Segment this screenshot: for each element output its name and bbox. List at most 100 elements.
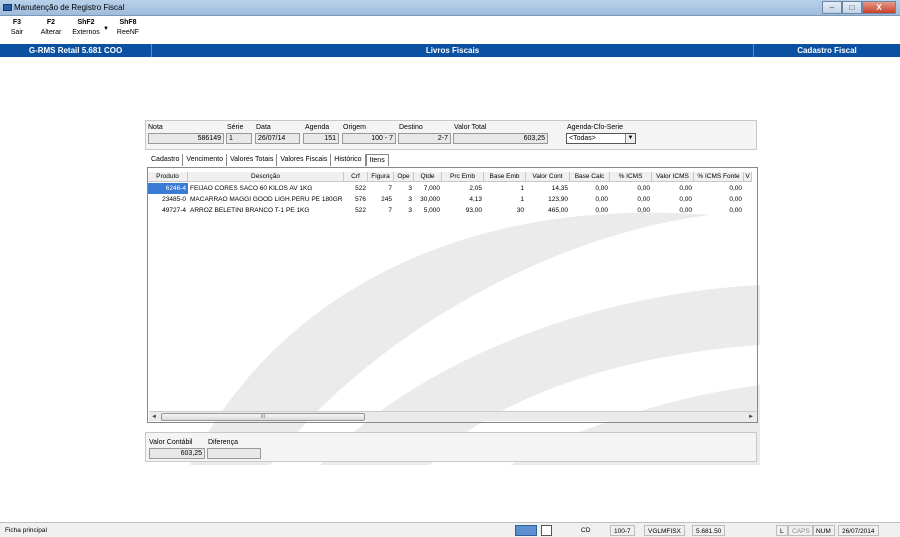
- cell-valor-icms[interactable]: 0,00: [652, 205, 694, 216]
- valor-total-field[interactable]: 603,25: [453, 133, 548, 144]
- cell-pct-icms-fonte[interactable]: 0,00: [694, 194, 744, 205]
- col-qtde[interactable]: Qtde: [414, 172, 442, 182]
- cell-valor-cont[interactable]: 14,35: [526, 183, 570, 194]
- status-num: NUM: [812, 525, 835, 536]
- cell-figura[interactable]: 245: [368, 194, 394, 205]
- cell-figura[interactable]: 7: [368, 205, 394, 216]
- diferenca-field[interactable]: [207, 448, 261, 459]
- cell-valor-cont[interactable]: 465,00: [526, 205, 570, 216]
- close-button[interactable]: X: [862, 1, 896, 14]
- status-caps: CAPS: [788, 525, 814, 536]
- window-controls: – □ X: [822, 1, 896, 14]
- serie-label: Série: [227, 124, 244, 131]
- maximize-button[interactable]: □: [842, 1, 862, 14]
- cell-produto[interactable]: 6246-4: [148, 183, 188, 194]
- cell-crf[interactable]: 522: [344, 205, 368, 216]
- externos-button[interactable]: ShF2 Externos: [70, 19, 102, 36]
- cell-prc-emb[interactable]: 93,00: [442, 205, 484, 216]
- col-figura[interactable]: Figura: [368, 172, 394, 182]
- externos-dropdown-icon[interactable]: ▼: [103, 26, 109, 32]
- nota-field[interactable]: 586149: [148, 133, 224, 144]
- cell-qtde[interactable]: 5,000: [414, 205, 442, 216]
- col-descricao[interactable]: Descrição: [188, 172, 344, 182]
- tab-valores-fiscais[interactable]: Valores Fiscais: [277, 154, 332, 166]
- cell-descricao[interactable]: FEIJAO CORES SACO 60 KILOS AV 1KG: [188, 183, 344, 194]
- reenf-key: ShF8: [119, 19, 137, 26]
- alterar-key: F2: [46, 19, 56, 26]
- col-prc-emb[interactable]: Prc Emb: [442, 172, 484, 182]
- tab-historico[interactable]: Histórico: [331, 154, 366, 166]
- cell-prc-emb[interactable]: 2,05: [442, 183, 484, 194]
- cell-qtde[interactable]: 7,000: [414, 183, 442, 194]
- serie-field[interactable]: 1: [226, 133, 252, 144]
- scroll-right-icon[interactable]: ►: [746, 412, 756, 422]
- cell-produto[interactable]: 49727-4: [148, 205, 188, 216]
- scrollbar-thumb[interactable]: III: [161, 413, 365, 421]
- cell-pct-icms-fonte[interactable]: 0,00: [694, 205, 744, 216]
- valor-contabil-field[interactable]: 603,25: [149, 448, 205, 459]
- cell-base-emb[interactable]: 30: [484, 205, 526, 216]
- data-field[interactable]: 26/07/14: [255, 133, 300, 144]
- cell-base-emb[interactable]: 1: [484, 194, 526, 205]
- status-text: Ficha principal: [5, 527, 47, 534]
- cell-valor-icms[interactable]: 0,00: [652, 194, 694, 205]
- origem-field[interactable]: 100 - 7: [342, 133, 396, 144]
- cell-produto[interactable]: 23485-0: [148, 194, 188, 205]
- sair-label: Sair: [10, 29, 24, 36]
- reenf-button[interactable]: ShF8 ReeNF: [114, 19, 142, 36]
- sair-button[interactable]: F3 Sair: [6, 19, 28, 36]
- scroll-left-icon[interactable]: ◄: [149, 412, 159, 422]
- cell-pct-icms[interactable]: 0,00: [610, 205, 652, 216]
- col-v[interactable]: V: [744, 172, 752, 182]
- cell-descricao[interactable]: ARROZ BELETINI BRANCO T-1 PE 1KG: [188, 205, 344, 216]
- col-produto[interactable]: Produto: [148, 172, 188, 182]
- col-pct-icms-fonte[interactable]: % ICMS Fonte: [694, 172, 744, 182]
- app-icon: [3, 4, 12, 11]
- table-row[interactable]: 6246-4 FEIJAO CORES SACO 60 KILOS AV 1KG…: [148, 183, 744, 194]
- tab-cadastro[interactable]: Cadastro: [148, 154, 184, 166]
- horizontal-scrollbar[interactable]: ◄ III ►: [149, 411, 756, 421]
- cell-ope[interactable]: 3: [394, 205, 414, 216]
- cell-pct-icms[interactable]: 0,00: [610, 194, 652, 205]
- agenda-cfo-select[interactable]: <Todas> ▼: [566, 133, 636, 144]
- reenf-label: ReeNF: [116, 29, 140, 36]
- col-pct-icms[interactable]: % ICMS: [610, 172, 652, 182]
- alterar-button[interactable]: F2 Alterar: [38, 19, 64, 36]
- status-version: 5.681.50: [692, 525, 726, 536]
- destino-field[interactable]: 2-7: [398, 133, 451, 144]
- cell-pct-icms-fonte[interactable]: 0,00: [694, 183, 744, 194]
- valor-total-label: Valor Total: [454, 124, 487, 131]
- col-ope[interactable]: Ope: [394, 172, 414, 182]
- table-row[interactable]: 23485-0 MACARRAO MAGGI GOOD LIGH.PERU PE…: [148, 194, 744, 205]
- tab-itens[interactable]: Itens: [365, 154, 389, 166]
- minimize-button[interactable]: –: [822, 1, 842, 14]
- col-base-emb[interactable]: Base Emb: [484, 172, 526, 182]
- col-valor-cont[interactable]: Valor Cont: [526, 172, 570, 182]
- status-date: 26/07/2014: [838, 525, 879, 536]
- cell-ope[interactable]: 3: [394, 183, 414, 194]
- cell-prc-emb[interactable]: 4,13: [442, 194, 484, 205]
- cell-pct-icms[interactable]: 0,00: [610, 183, 652, 194]
- cell-base-calc[interactable]: 0,00: [570, 205, 610, 216]
- cell-crf[interactable]: 522: [344, 183, 368, 194]
- table-row[interactable]: 49727-4 ARROZ BELETINI BRANCO T-1 PE 1KG…: [148, 205, 744, 216]
- cell-valor-icms[interactable]: 0,00: [652, 183, 694, 194]
- toolbar: F3 Sair F2 Alterar ShF2 Externos ▼ ShF8 …: [0, 17, 900, 44]
- cell-figura[interactable]: 7: [368, 183, 394, 194]
- col-base-calc[interactable]: Base Calc: [570, 172, 610, 182]
- cell-ope[interactable]: 3: [394, 194, 414, 205]
- cell-valor-cont[interactable]: 123,90: [526, 194, 570, 205]
- col-valor-icms[interactable]: Valor ICMS: [652, 172, 694, 182]
- chevron-down-icon[interactable]: ▼: [625, 134, 635, 143]
- tab-valores-totais[interactable]: Valores Totais: [227, 154, 278, 166]
- cell-base-calc[interactable]: 0,00: [570, 194, 610, 205]
- col-crf[interactable]: Crf: [344, 172, 368, 182]
- cell-qtde[interactable]: 30,000: [414, 194, 442, 205]
- tab-vencimento[interactable]: Vencimento: [183, 154, 227, 166]
- cell-crf[interactable]: 576: [344, 194, 368, 205]
- status-cd: CD: [581, 527, 591, 534]
- agenda-field[interactable]: 151: [303, 133, 339, 144]
- cell-base-calc[interactable]: 0,00: [570, 183, 610, 194]
- cell-base-emb[interactable]: 1: [484, 183, 526, 194]
- cell-descricao[interactable]: MACARRAO MAGGI GOOD LIGH.PERU PE 180GR: [188, 194, 344, 205]
